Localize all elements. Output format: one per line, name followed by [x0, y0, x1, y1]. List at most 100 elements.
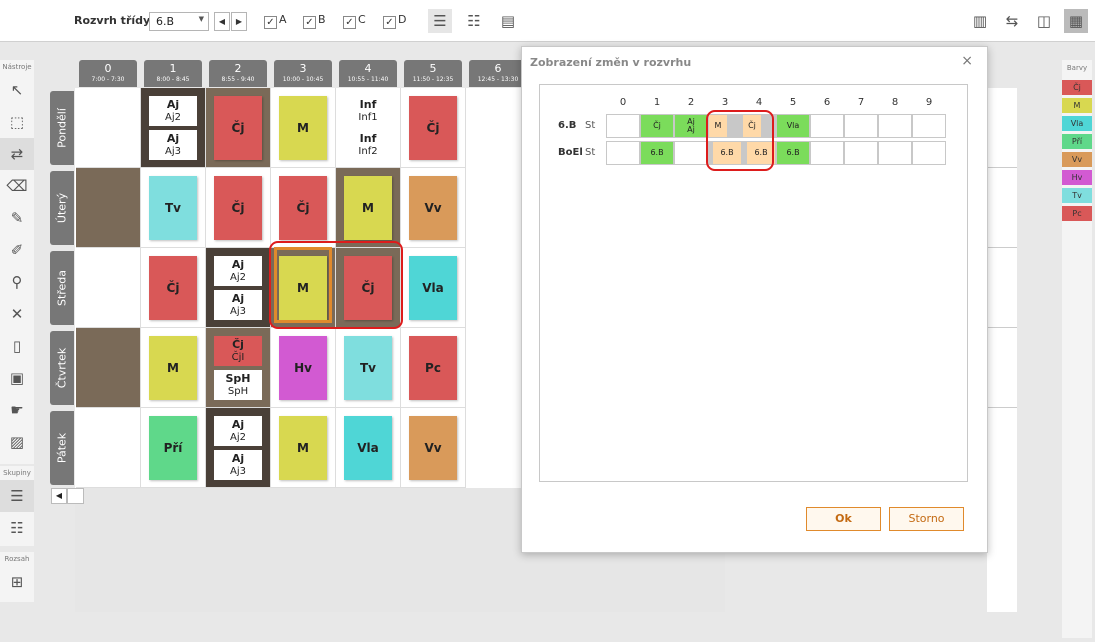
checkbox-a-icon: ✓ [264, 16, 277, 29]
ok-button[interactable]: Ok [806, 507, 881, 531]
mini-lesson: 6.B [641, 142, 673, 164]
checkbox-d[interactable]: ✓ D [383, 13, 406, 29]
timetable-cell[interactable] [76, 168, 141, 248]
table-icon[interactable]: ▦ [1064, 9, 1088, 33]
close-icon[interactable]: × [961, 53, 973, 69]
panel-icon[interactable]: ◫ [1032, 9, 1056, 33]
lesson-card[interactable]: Čj [149, 256, 197, 320]
lesson-card[interactable]: Vv [409, 416, 457, 480]
hand-icon[interactable]: ☛ [0, 394, 34, 426]
view-list-icon[interactable]: ☰ [428, 9, 452, 33]
lesson-subject: SpH [225, 372, 251, 385]
lesson-group-card[interactable]: Čj ČjI [214, 336, 262, 366]
swap-icon[interactable]: ⇆ [1000, 9, 1024, 33]
lesson-group-card[interactable]: Aj Aj2 [214, 416, 262, 446]
pointer-icon[interactable]: ↖ [0, 74, 34, 106]
timetable-cell[interactable] [76, 408, 141, 488]
lesson-card[interactable]: Čj [214, 96, 262, 160]
timetable-cell[interactable] [76, 88, 141, 168]
column-header: 3 10:00 - 10:45 [274, 60, 332, 87]
mini-cell [912, 141, 946, 165]
lesson-group-card[interactable]: Aj Aj3 [214, 290, 262, 320]
mini-cell [606, 141, 640, 165]
lesson-group-card[interactable]: Aj Aj2 [149, 96, 197, 126]
lesson-card[interactable]: M [149, 336, 197, 400]
class-select[interactable]: 6.B ▼ [149, 12, 209, 31]
mini-lesson: 6.B [777, 142, 809, 164]
move-icon[interactable]: ⇄ [0, 138, 34, 170]
scroll-left-button[interactable]: ◀ [51, 488, 67, 504]
checkbox-b[interactable]: ✓ B [303, 13, 326, 29]
mini-cell [878, 141, 912, 165]
column-header: 2 8:55 - 9:40 [209, 60, 267, 87]
lesson-card[interactable]: M [279, 96, 327, 160]
select-icon[interactable]: ⬚ [0, 106, 34, 138]
lesson-group: Inf1 [358, 112, 378, 123]
view-columns-icon[interactable]: ▤ [496, 9, 520, 33]
legend-swatch: Pří [1062, 134, 1092, 149]
groups-list-icon[interactable]: ☰ [0, 480, 34, 512]
row-label: 6.B [558, 120, 577, 131]
lesson-group-card[interactable]: Inf Inf1 [344, 96, 392, 126]
lesson-card[interactable]: M [279, 416, 327, 480]
pin-icon[interactable]: ⚲ [0, 266, 34, 298]
lesson-subject: Aj [166, 98, 180, 111]
lesson-card[interactable]: Vla [409, 256, 457, 320]
grid-columns-icon[interactable]: ▥ [968, 9, 992, 33]
column-header: 1 8:00 - 8:45 [144, 60, 202, 87]
scrollbar-thumb[interactable] [67, 488, 84, 504]
checkbox-a[interactable]: ✓ A [264, 13, 287, 29]
prev-class-button[interactable]: ◀ [214, 12, 230, 31]
mini-cell [912, 114, 946, 138]
edit-alt-icon[interactable]: ✐ [0, 234, 34, 266]
range-icon[interactable]: ⊞ [0, 566, 34, 598]
legend-swatch: Hv [1062, 170, 1092, 185]
legend-swatch: Čj [1062, 80, 1092, 95]
mini-cell [844, 114, 878, 138]
range-caption: Rozsah [4, 555, 30, 563]
view-rows-icon[interactable]: ☷ [462, 9, 486, 33]
day-header: Pondělí [50, 91, 74, 165]
lesson-card[interactable]: Hv [279, 336, 327, 400]
lesson-group-card[interactable]: Aj Aj3 [214, 450, 262, 480]
lesson-card[interactable]: Tv [149, 176, 197, 240]
lesson-subject: Čj [232, 338, 244, 351]
selected-cell-outline [274, 247, 332, 323]
cancel-button[interactable]: Storno [889, 507, 964, 531]
edit-icon[interactable]: ✎ [0, 202, 34, 234]
document-icon[interactable]: ▯ [0, 330, 34, 362]
column-header: 4 10:55 - 11:40 [339, 60, 397, 87]
lesson-group: Aj2 [165, 112, 181, 123]
delete-icon[interactable]: ✕ [0, 298, 34, 330]
class-select-value: 6.B [156, 15, 175, 28]
next-class-button[interactable]: ▶ [231, 12, 247, 31]
lesson-card[interactable]: Vla [344, 416, 392, 480]
checkbox-c[interactable]: ✓ C [343, 13, 366, 29]
column-time: 12:45 - 13:30 [477, 76, 519, 83]
lesson-group-card[interactable]: Inf Inf2 [344, 130, 392, 160]
timetable-cell[interactable] [76, 248, 141, 328]
lesson-card[interactable]: Pří [149, 416, 197, 480]
lesson-subject: Aj [231, 452, 245, 465]
lesson-card[interactable]: Čj [214, 176, 262, 240]
column-number: 5 [429, 62, 437, 75]
lesson-card[interactable]: Vv [409, 176, 457, 240]
lesson-group: Aj3 [230, 466, 246, 477]
lesson-subject: Inf [359, 132, 377, 145]
mini-cell [810, 141, 844, 165]
eraser-icon[interactable]: ⌫ [0, 170, 34, 202]
lesson-group-card[interactable]: Aj Aj3 [149, 130, 197, 160]
class-label: Rozvrh třídy: [74, 14, 155, 27]
lesson-card[interactable]: M [344, 176, 392, 240]
mf-icon[interactable]: ▣ [0, 362, 34, 394]
lesson-card[interactable]: Pc [409, 336, 457, 400]
chart-icon[interactable]: ▨ [0, 426, 34, 458]
lesson-group-card[interactable]: Aj Aj2 [214, 256, 262, 286]
lesson-group-card[interactable]: SpH SpH [214, 370, 262, 400]
timetable-cell[interactable] [76, 328, 141, 408]
lesson-card[interactable]: Čj [409, 96, 457, 160]
column-number: 6 [494, 62, 502, 75]
lesson-card[interactable]: Tv [344, 336, 392, 400]
lesson-card[interactable]: Čj [279, 176, 327, 240]
groups-split-icon[interactable]: ☷ [0, 512, 34, 544]
